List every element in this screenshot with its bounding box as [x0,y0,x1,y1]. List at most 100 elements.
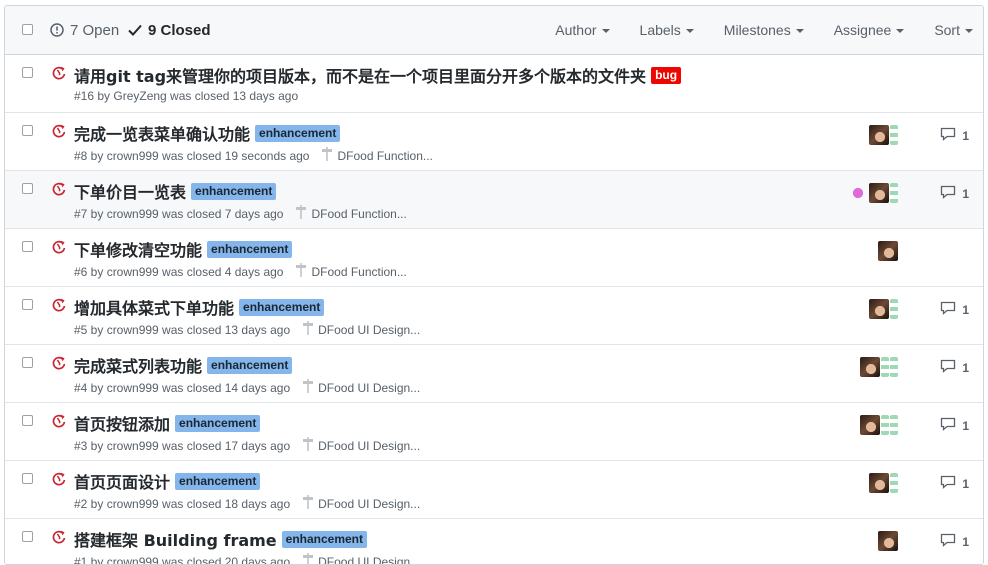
assignee-filter[interactable]: Assignee [834,22,905,38]
issue-label-enhancement[interactable]: enhancement [207,241,292,258]
issue-checkbox[interactable] [22,415,33,426]
milestone-link[interactable]: DFood Function... [295,263,406,280]
milestone-link[interactable]: DFood UI Design... [302,321,420,338]
avatar[interactable] [878,531,898,551]
issue-meta: #3 by crown999 was closed 17 days agoDFo… [74,437,420,454]
issue-meta: #7 by crown999 was closed 7 days agoDFoo… [74,205,407,222]
issue-closed-icon [51,239,67,260]
avatar[interactable] [869,183,889,203]
issue-meta: #5 by crown999 was closed 13 days agoDFo… [74,321,420,338]
issue-label-enhancement[interactable]: enhancement [255,125,340,142]
issue-row[interactable]: 下单修改清空功能enhancement#6 by crown999 was cl… [5,229,983,287]
issue-meta: #16 by GreyZeng was closed 13 days ago [74,89,298,103]
issue-row[interactable]: 首页按钮添加 enhancement #3 by crown999 was clos… [5,403,983,461]
issue-label-enhancement[interactable]: enhancement [239,299,324,316]
avatar[interactable] [869,473,889,493]
comment-icon [940,301,962,318]
avatar[interactable] [890,473,898,493]
issue-title-link[interactable]: 搭建框架 Building frame [74,527,277,551]
open-issues-toggle[interactable]: 7 Open [50,6,119,54]
issue-title-link[interactable]: 首页按钮添加 [74,411,170,435]
issue-checkbox[interactable] [22,241,33,252]
milestone-link[interactable]: DFood UI Design... [302,495,420,512]
issue-title-link[interactable]: 首页页面设计 [74,469,170,493]
avatar[interactable] [890,183,898,203]
issue-label-enhancement[interactable]: enhancement [175,415,260,432]
issue-row[interactable]: 搭建框架 Building frameenhancement#1 by crow… [5,519,983,565]
issue-meta: #8 by crown999 was closed 19 seconds ago… [74,147,433,164]
issue-title-link[interactable]: 增加具体菜式下单功能 [74,295,234,319]
avatar[interactable] [848,183,868,203]
issues-list-box: 7 Open 9 Closed Author Labels Milestones… [4,5,984,565]
issue-title-link[interactable]: 下单修改清空功能 [74,237,202,261]
comment-icon [940,533,962,550]
issue-title-link[interactable]: 完成一览表菜单确认功能 [74,121,250,145]
issue-title-link[interactable]: 请用git tag来管理你的项目版本，而不是在一个项目里面分开多个版本的文件夹 [74,63,646,87]
issue-label-bug[interactable]: bug [651,67,681,84]
issue-checkbox[interactable] [22,473,33,484]
avatar[interactable] [860,357,880,377]
milestone-label: DFood Function... [311,265,406,279]
milestone-icon [295,205,311,222]
comment-count: 1 [962,419,969,433]
issue-checkbox[interactable] [22,67,33,78]
milestone-link[interactable]: DFood UI Design... [302,553,420,565]
issue-label-enhancement[interactable]: enhancement [282,531,367,548]
milestone-icon [302,495,318,512]
avatar[interactable] [869,125,889,145]
issue-checkbox[interactable] [22,183,33,194]
check-icon [128,24,142,36]
milestone-label: DFood UI Design... [318,323,420,337]
issue-label-enhancement[interactable]: enhancement [191,183,276,200]
comments-link[interactable]: 1 [940,301,969,318]
avatar[interactable] [881,415,889,435]
labels-filter[interactable]: Labels [640,22,694,38]
issue-title-link[interactable]: 完成菜式列表功能 [74,353,202,377]
avatar[interactable] [869,299,889,319]
filter-bar: Author Labels Milestones Assignee Sort [525,6,973,54]
comments-link[interactable]: 1 [940,185,969,202]
avatar[interactable] [878,241,898,261]
avatar[interactable] [860,415,880,435]
author-filter[interactable]: Author [555,22,609,38]
issue-checkbox[interactable] [22,299,33,310]
avatar[interactable] [890,357,898,377]
issue-closed-icon [51,529,67,550]
avatar[interactable] [890,415,898,435]
issue-row[interactable]: 下单价目一览表 enhancement #7 by crown999 was clo… [5,171,983,229]
issue-checkbox[interactable] [22,357,33,368]
closed-issues-toggle[interactable]: 9 Closed [128,6,211,54]
avatar[interactable] [890,299,898,319]
assignee-avatars [877,531,898,551]
issue-row[interactable]: 首页页面设计 enhancement #2 by crown999 was clos… [5,461,983,519]
assignee-avatars [868,299,898,319]
issue-label-enhancement[interactable]: enhancement [175,473,260,490]
issue-meta: #2 by crown999 was closed 18 days agoDFo… [74,495,420,512]
milestone-link[interactable]: DFood Function... [321,147,432,164]
comments-link[interactable]: 1 [940,417,969,434]
issue-row[interactable]: 增加具体菜式下单功能 enhancement #5 by crown999 was … [5,287,983,345]
milestone-link[interactable]: DFood UI Design... [302,437,420,454]
issue-checkbox[interactable] [22,531,33,542]
comments-link[interactable]: 1 [940,475,969,492]
issue-title-link[interactable]: 下单价目一览表 [74,179,186,203]
issue-label-enhancement[interactable]: enhancement [207,357,292,374]
sort-filter[interactable]: Sort [934,22,973,38]
assignee-avatars [859,357,898,377]
milestones-filter[interactable]: Milestones [724,22,804,38]
issue-checkbox[interactable] [22,125,33,136]
avatar[interactable] [881,357,889,377]
milestone-link[interactable]: DFood UI Design... [302,379,420,396]
issue-row[interactable]: 完成菜式列表功能enhancement#4 by crown999 was cl… [5,345,983,403]
select-all-checkbox[interactable] [22,24,33,35]
avatar[interactable] [890,125,898,145]
comments-link[interactable]: 1 [940,127,969,144]
comments-link[interactable]: 1 [940,533,969,550]
comment-icon [940,417,962,434]
issue-meta-text: #8 by crown999 was closed 19 seconds ago [74,149,309,163]
milestone-link[interactable]: DFood Function... [295,205,406,222]
issue-row[interactable]: 请用git tag来管理你的项目版本，而不是在一个项目里面分开多个版本的文件夹 b… [5,55,983,113]
issue-row[interactable]: 完成一览表菜单确认功能 enhancement #8 by crown999 was… [5,113,983,171]
issue-opened-icon [50,23,64,37]
comments-link[interactable]: 1 [940,359,969,376]
